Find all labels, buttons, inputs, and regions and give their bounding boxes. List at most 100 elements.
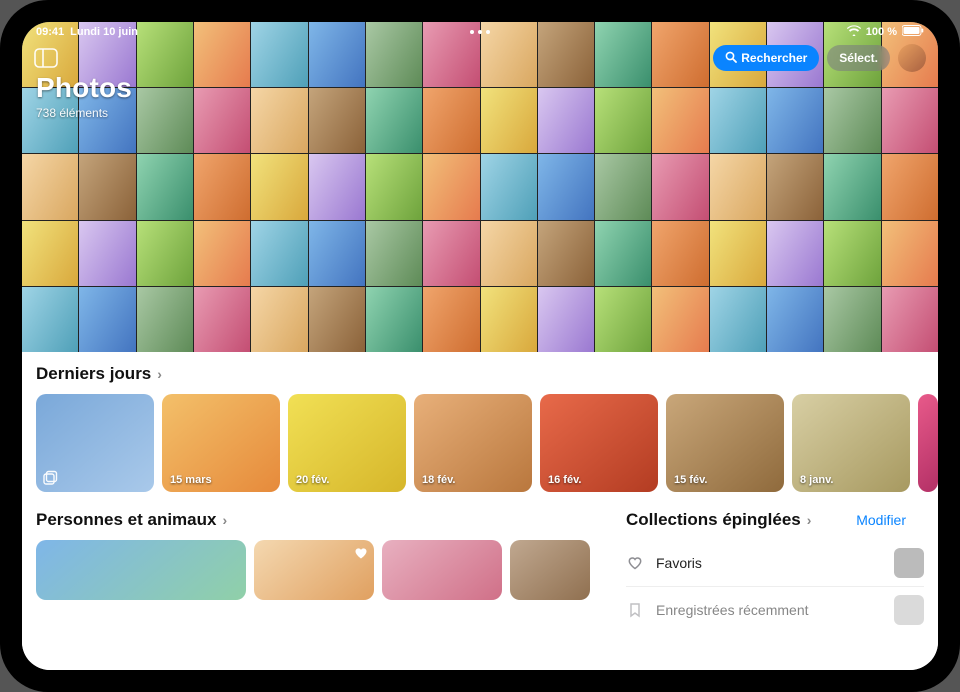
day-label: 20 fév. (296, 474, 329, 486)
photo-thumb[interactable] (595, 154, 651, 219)
photo-thumb[interactable] (595, 221, 651, 286)
photo-thumb[interactable] (423, 154, 479, 219)
search-button[interactable]: Rechercher (713, 45, 819, 71)
photo-thumb[interactable] (710, 88, 766, 153)
photo-thumb[interactable] (194, 287, 250, 352)
photo-thumb[interactable] (481, 88, 537, 153)
photo-thumb[interactable] (366, 154, 422, 219)
photo-thumb[interactable] (652, 221, 708, 286)
photo-thumb[interactable] (22, 154, 78, 219)
people-card[interactable] (254, 540, 374, 600)
photo-thumb[interactable] (22, 221, 78, 286)
photo-thumb[interactable] (595, 287, 651, 352)
day-label: 8 janv. (800, 474, 833, 486)
photo-thumb[interactable] (767, 287, 823, 352)
page-title: Photos (36, 72, 132, 104)
pinned-row-recent-saves[interactable]: Enregistrées récemment (626, 587, 924, 633)
status-battery: 100 % (866, 26, 897, 38)
photo-thumb[interactable] (194, 154, 250, 219)
photo-thumb[interactable] (22, 287, 78, 352)
photo-thumb[interactable] (423, 88, 479, 153)
photo-thumb[interactable] (882, 154, 938, 219)
photo-thumb[interactable] (538, 88, 594, 153)
profile-avatar[interactable] (898, 44, 926, 72)
pinned-thumb (894, 548, 924, 578)
photo-thumb[interactable] (652, 154, 708, 219)
photo-thumb[interactable] (194, 221, 250, 286)
photo-thumb[interactable] (309, 221, 365, 286)
recent-days-strip[interactable]: 15 mars 20 fév. 18 fév. 16 fév. 15 fév. … (36, 394, 938, 492)
photo-thumb[interactable] (251, 287, 307, 352)
photo-thumb[interactable] (423, 287, 479, 352)
multitask-dots[interactable] (470, 30, 490, 34)
header-block: Photos 738 éléments (36, 72, 132, 120)
people-strip[interactable] (36, 540, 596, 600)
pinned-label: Enregistrées récemment (656, 602, 882, 618)
photo-thumb[interactable] (137, 287, 193, 352)
day-card[interactable] (36, 394, 154, 492)
pinned-header[interactable]: Collections épinglées › Modifier (626, 510, 924, 530)
photo-thumb[interactable] (595, 88, 651, 153)
photo-thumb[interactable] (481, 287, 537, 352)
photo-thumb[interactable] (79, 154, 135, 219)
photo-thumb[interactable] (79, 287, 135, 352)
photo-thumb[interactable] (538, 221, 594, 286)
people-card[interactable] (36, 540, 246, 600)
chevron-right-icon: › (807, 512, 812, 528)
photo-thumb[interactable] (481, 221, 537, 286)
photo-thumb[interactable] (710, 221, 766, 286)
photo-thumb[interactable] (309, 154, 365, 219)
photo-thumb[interactable] (251, 221, 307, 286)
recent-days-header[interactable]: Derniers jours › (36, 364, 938, 384)
photo-thumb[interactable] (423, 221, 479, 286)
photo-thumb[interactable] (251, 154, 307, 219)
photo-thumb[interactable] (824, 221, 880, 286)
photo-thumb[interactable] (652, 88, 708, 153)
select-button[interactable]: Sélect. (827, 45, 890, 71)
day-card[interactable] (918, 394, 938, 492)
day-card[interactable]: 20 fév. (288, 394, 406, 492)
photo-thumb[interactable] (366, 287, 422, 352)
photo-thumb[interactable] (767, 154, 823, 219)
pinned-label: Favoris (656, 555, 882, 571)
photo-thumb[interactable] (710, 154, 766, 219)
day-card[interactable]: 18 fév. (414, 394, 532, 492)
photo-thumb[interactable] (824, 154, 880, 219)
day-card[interactable]: 8 janv. (792, 394, 910, 492)
people-card[interactable] (382, 540, 502, 600)
day-card[interactable]: 16 fév. (540, 394, 658, 492)
people-header[interactable]: Personnes et animaux › (36, 510, 596, 530)
photo-thumb[interactable] (824, 88, 880, 153)
photo-thumb[interactable] (767, 88, 823, 153)
day-card[interactable]: 15 mars (162, 394, 280, 492)
people-card[interactable] (510, 540, 590, 600)
search-label: Rechercher (741, 51, 807, 65)
day-card[interactable]: 15 fév. (666, 394, 784, 492)
photo-thumb[interactable] (137, 154, 193, 219)
photo-thumb[interactable] (366, 88, 422, 153)
photo-thumb[interactable] (882, 287, 938, 352)
photo-thumb[interactable] (538, 154, 594, 219)
photo-thumb[interactable] (79, 221, 135, 286)
photo-thumb[interactable] (824, 287, 880, 352)
people-title: Personnes et animaux (36, 510, 216, 530)
photo-thumb[interactable] (710, 287, 766, 352)
photo-thumb[interactable] (882, 88, 938, 153)
edit-button[interactable]: Modifier (856, 512, 906, 528)
status-bar: 09:41 Lundi 10 juin 100 % (22, 22, 938, 42)
sidebar-toggle-icon[interactable] (34, 48, 58, 68)
photo-thumb[interactable] (538, 287, 594, 352)
photo-thumb[interactable] (137, 221, 193, 286)
photo-thumb[interactable] (194, 88, 250, 153)
photo-thumb[interactable] (137, 88, 193, 153)
photo-thumb[interactable] (481, 154, 537, 219)
photo-thumb[interactable] (366, 221, 422, 286)
photo-thumb[interactable] (882, 221, 938, 286)
chevron-right-icon: › (157, 366, 162, 382)
photo-thumb[interactable] (309, 88, 365, 153)
photo-thumb[interactable] (652, 287, 708, 352)
photo-thumb[interactable] (767, 221, 823, 286)
photo-thumb[interactable] (309, 287, 365, 352)
photo-thumb[interactable] (251, 88, 307, 153)
pinned-row-favorites[interactable]: Favoris (626, 540, 924, 587)
